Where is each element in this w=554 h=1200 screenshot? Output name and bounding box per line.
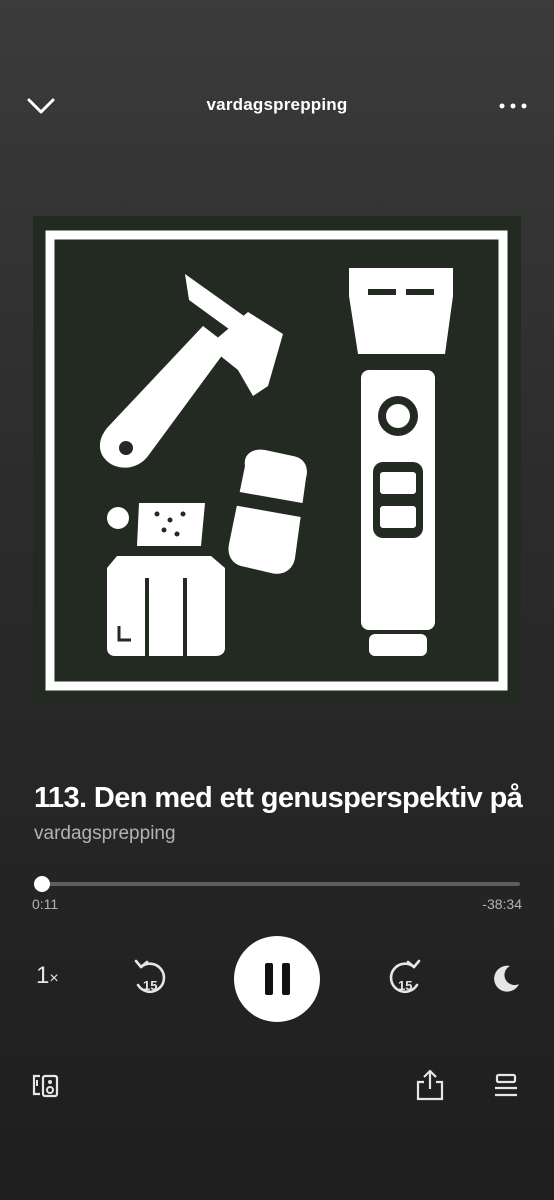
sleep-timer-button[interactable] xyxy=(488,960,524,996)
remaining-time: -38:34 xyxy=(482,896,522,912)
queue-button[interactable] xyxy=(490,1070,522,1102)
player-header: vardagsprepping xyxy=(0,84,554,128)
connect-device-button[interactable] xyxy=(30,1070,62,1102)
podcast-artwork xyxy=(33,216,521,704)
connect-device-icon xyxy=(32,1074,59,1098)
show-name[interactable]: vardagsprepping xyxy=(34,823,176,845)
skip-back-label: 15 xyxy=(143,978,157,993)
playback-speed-button[interactable]: 1× xyxy=(36,962,76,996)
moon-icon xyxy=(494,965,519,992)
progress-knob[interactable] xyxy=(34,876,51,892)
pause-icon xyxy=(265,963,290,995)
skip-forward-label: 15 xyxy=(398,978,412,993)
context-title: vardagsprepping xyxy=(206,95,348,114)
more-options-icon[interactable] xyxy=(496,92,530,120)
skip-forward-15-button[interactable]: 15 xyxy=(383,955,427,1001)
share-icon xyxy=(416,1069,444,1101)
share-button[interactable] xyxy=(414,1068,446,1102)
speed-value: 1 xyxy=(36,962,50,989)
skip-back-15-button[interactable]: 15 xyxy=(128,955,172,1001)
elapsed-time: 0:11 xyxy=(32,896,59,912)
pause-button[interactable] xyxy=(234,936,320,1022)
progress-bar[interactable] xyxy=(34,876,520,892)
queue-icon xyxy=(495,1073,517,1097)
skip-forward-15-icon: 15 xyxy=(389,959,421,994)
speed-suffix: × xyxy=(49,970,59,987)
skip-back-15-icon: 15 xyxy=(134,959,166,994)
episode-title: 113. Den med ett genusperspektiv på xyxy=(34,782,523,814)
